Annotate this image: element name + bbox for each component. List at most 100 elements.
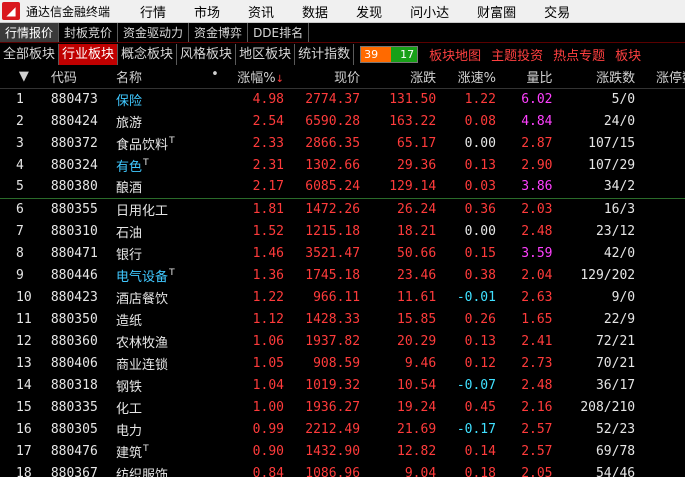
row-name[interactable]: 钢铁 bbox=[113, 374, 222, 396]
tab-industry-sectors[interactable]: 行业板块 bbox=[59, 44, 119, 65]
row-speed: 0.36 bbox=[464, 201, 496, 217]
menu-item-ask[interactable]: 问小达 bbox=[396, 2, 463, 21]
row-code: 880380 bbox=[47, 176, 114, 199]
table-row[interactable]: 8 880471 银行 1.46 3521.47 50.66 0.15 3.59 42/0 bbox=[0, 242, 685, 264]
row-name[interactable]: 旅游 bbox=[113, 110, 222, 132]
menu-item-market[interactable]: 行情 bbox=[126, 2, 180, 21]
tab-limit-auction[interactable]: 封板竞价 bbox=[59, 23, 119, 42]
row-change: 131.50 bbox=[389, 91, 437, 107]
tab-fund-drive[interactable]: 资金驱动力 bbox=[118, 23, 190, 42]
header-up-down-count[interactable]: 涨跌数 bbox=[555, 66, 639, 89]
row-volume-ratio: 2.03 bbox=[521, 201, 553, 217]
row-name[interactable]: 银行 bbox=[113, 242, 222, 264]
header-name[interactable]: 名称 • bbox=[113, 66, 222, 89]
row-speed: 0.38 bbox=[464, 267, 496, 283]
tab-fund-game[interactable]: 资金博弈 bbox=[189, 23, 249, 42]
header-sort-toggle[interactable]: ▼ bbox=[0, 66, 48, 89]
table-row[interactable]: 17 880476 建筑T 0.90 1432.90 12.82 0.14 2.57 69/78 bbox=[0, 440, 685, 462]
row-name[interactable]: 石油 bbox=[113, 220, 222, 242]
link-hot-topics[interactable]: 热点专题 bbox=[548, 45, 610, 64]
table-row[interactable]: 18 880367 纺织服饰 0.84 1086.96 9.04 0.18 2.05 54/46 bbox=[0, 462, 685, 477]
tab-style-sectors[interactable]: 风格板块 bbox=[177, 44, 237, 65]
table-row[interactable]: 1 880473 保险 4.98 2774.37 131.50 1.22 6.02 5/0 bbox=[0, 88, 685, 110]
row-change: 18.21 bbox=[397, 223, 437, 239]
row-name[interactable]: 电气设备T bbox=[113, 264, 222, 286]
row-name[interactable]: 化工 bbox=[113, 396, 222, 418]
table-row[interactable]: 13 880406 商业连锁 1.05 908.59 9.46 0.12 2.73 70/21 bbox=[0, 352, 685, 374]
header-code[interactable]: 代码 bbox=[47, 66, 114, 89]
row-up-down-count: 69/78 bbox=[595, 443, 636, 459]
table-row[interactable]: 3 880372 食品饮料T 2.33 2866.35 65.17 0.00 2.87 107/… bbox=[0, 132, 685, 154]
header-price[interactable]: 现价 bbox=[286, 66, 364, 89]
app-logo-icon: ◢ bbox=[2, 2, 20, 20]
header-limit-up-count[interactable]: 涨停数 bbox=[638, 66, 685, 89]
row-pct-change: 1.52 bbox=[252, 223, 284, 239]
row-name[interactable]: 造纸 bbox=[113, 308, 222, 330]
menu-item-wealth[interactable]: 财富圈 bbox=[463, 2, 530, 21]
row-name[interactable]: 纺织服饰 bbox=[113, 462, 222, 477]
row-name[interactable]: 酒店餐饮 bbox=[113, 286, 222, 308]
menu-item-news[interactable]: 资讯 bbox=[234, 2, 288, 21]
row-price: 6085.24 bbox=[286, 176, 364, 199]
row-limit-up-count bbox=[638, 286, 685, 308]
row-limit-up-count bbox=[638, 242, 685, 264]
menu-item-discover[interactable]: 发现 bbox=[342, 2, 396, 21]
menu-item-exchange[interactable]: 市场 bbox=[180, 2, 234, 21]
row-name[interactable]: 建筑T bbox=[113, 440, 222, 462]
table-row[interactable]: 10 880423 酒店餐饮 1.22 966.11 11.61 -0.01 2.63 9/0 bbox=[0, 286, 685, 308]
row-name-label: 电力 bbox=[116, 423, 143, 439]
row-name[interactable]: 保险 bbox=[113, 88, 222, 110]
table-row[interactable]: 12 880360 农林牧渔 1.06 1937.82 20.29 0.13 2.41 72/2… bbox=[0, 330, 685, 352]
row-name[interactable]: 有色T bbox=[113, 154, 222, 176]
row-name[interactable]: 商业连锁 bbox=[113, 352, 222, 374]
menu-item-data[interactable]: 数据 bbox=[288, 2, 342, 21]
row-code: 880406 bbox=[50, 355, 98, 371]
link-sector-map[interactable]: 板块地图 bbox=[424, 45, 486, 64]
row-name[interactable]: 日用化工 bbox=[113, 198, 222, 220]
link-theme-invest[interactable]: 主题投资 bbox=[486, 45, 548, 64]
table-row[interactable]: 16 880305 电力 0.99 2212.49 21.69 -0.17 2.57 52/23 bbox=[0, 418, 685, 440]
link-sector-more[interactable]: 板块 bbox=[610, 45, 646, 64]
row-name[interactable]: 食品饮料T bbox=[113, 132, 222, 154]
row-change: 129.14 bbox=[363, 176, 440, 199]
row-limit-up-count bbox=[638, 352, 685, 374]
row-speed: 0.13 bbox=[464, 157, 496, 173]
title-bar: ◢ 通达信金融终端 行情 市场 资讯 数据 发现 问小达 财富圈 交易 bbox=[0, 0, 685, 23]
tab-concept-sectors[interactable]: 概念板块 bbox=[118, 44, 178, 65]
table-row[interactable]: 5 880380 酿酒 2.17 6085.24 129.14 0.03 3.86 34/2 bbox=[0, 176, 685, 199]
row-name[interactable]: 酿酒 bbox=[113, 176, 222, 199]
row-speed: 0.13 bbox=[464, 333, 496, 349]
tab-region-sectors[interactable]: 地区板块 bbox=[236, 44, 296, 65]
row-price: 1745.18 bbox=[305, 267, 361, 283]
header-volume-ratio[interactable]: 量比 bbox=[498, 66, 556, 89]
row-change: 29.36 bbox=[397, 157, 437, 173]
table-row[interactable]: 11 880350 造纸 1.12 1428.33 15.85 0.26 1.65 22/9 bbox=[0, 308, 685, 330]
header-speed[interactable]: 涨速% bbox=[439, 66, 499, 89]
row-pct-change: 1.36 bbox=[252, 267, 284, 283]
row-price: 1019.32 bbox=[305, 377, 361, 393]
row-speed: 1.22 bbox=[464, 91, 496, 107]
row-pct-change: 1.04 bbox=[252, 377, 284, 393]
row-volume-ratio: 2.16 bbox=[521, 399, 553, 415]
table-row[interactable]: 2 880424 旅游 2.54 6590.28 163.22 0.08 4.84 24/0 bbox=[0, 110, 685, 132]
row-speed: 0.00 bbox=[464, 223, 496, 239]
table-row[interactable]: 14 880318 钢铁 1.04 1019.32 10.54 -0.07 2.48 36/17 bbox=[0, 374, 685, 396]
row-code: 880318 bbox=[50, 377, 98, 393]
menu-item-trade[interactable]: 交易 bbox=[530, 2, 584, 21]
row-limit-up-count bbox=[638, 88, 685, 110]
table-row[interactable]: 7 880310 石油 1.52 1215.18 18.21 0.00 2.48 23/12 bbox=[0, 220, 685, 242]
header-change[interactable]: 涨跌 bbox=[363, 66, 440, 89]
tab-stat-index[interactable]: 统计指数 bbox=[295, 44, 355, 65]
row-price: 1936.27 bbox=[305, 399, 361, 415]
header-pct-change[interactable]: 涨幅%↓ bbox=[221, 66, 287, 89]
table-row[interactable]: 6 880355 日用化工 1.81 1472.26 26.24 0.36 2.03 16/3 bbox=[0, 198, 685, 220]
row-up-down-count: 16/3 bbox=[603, 201, 636, 217]
table-row[interactable]: 15 880335 化工 1.00 1936.27 19.24 0.45 2.16 208/21… bbox=[0, 396, 685, 418]
table-row[interactable]: 9 880446 电气设备T 1.36 1745.18 23.46 0.38 2.04 129/… bbox=[0, 264, 685, 286]
tab-all-sectors[interactable]: 全部板块 bbox=[0, 44, 60, 65]
row-name[interactable]: 电力 bbox=[113, 418, 222, 440]
tab-dde-rank[interactable]: DDE排名 bbox=[248, 23, 310, 42]
table-row[interactable]: 4 880324 有色T 2.31 1302.66 29.36 0.13 2.90 107/29 bbox=[0, 154, 685, 176]
row-name[interactable]: 农林牧渔 bbox=[113, 330, 222, 352]
tab-quotes[interactable]: 行情报价 bbox=[0, 23, 60, 42]
